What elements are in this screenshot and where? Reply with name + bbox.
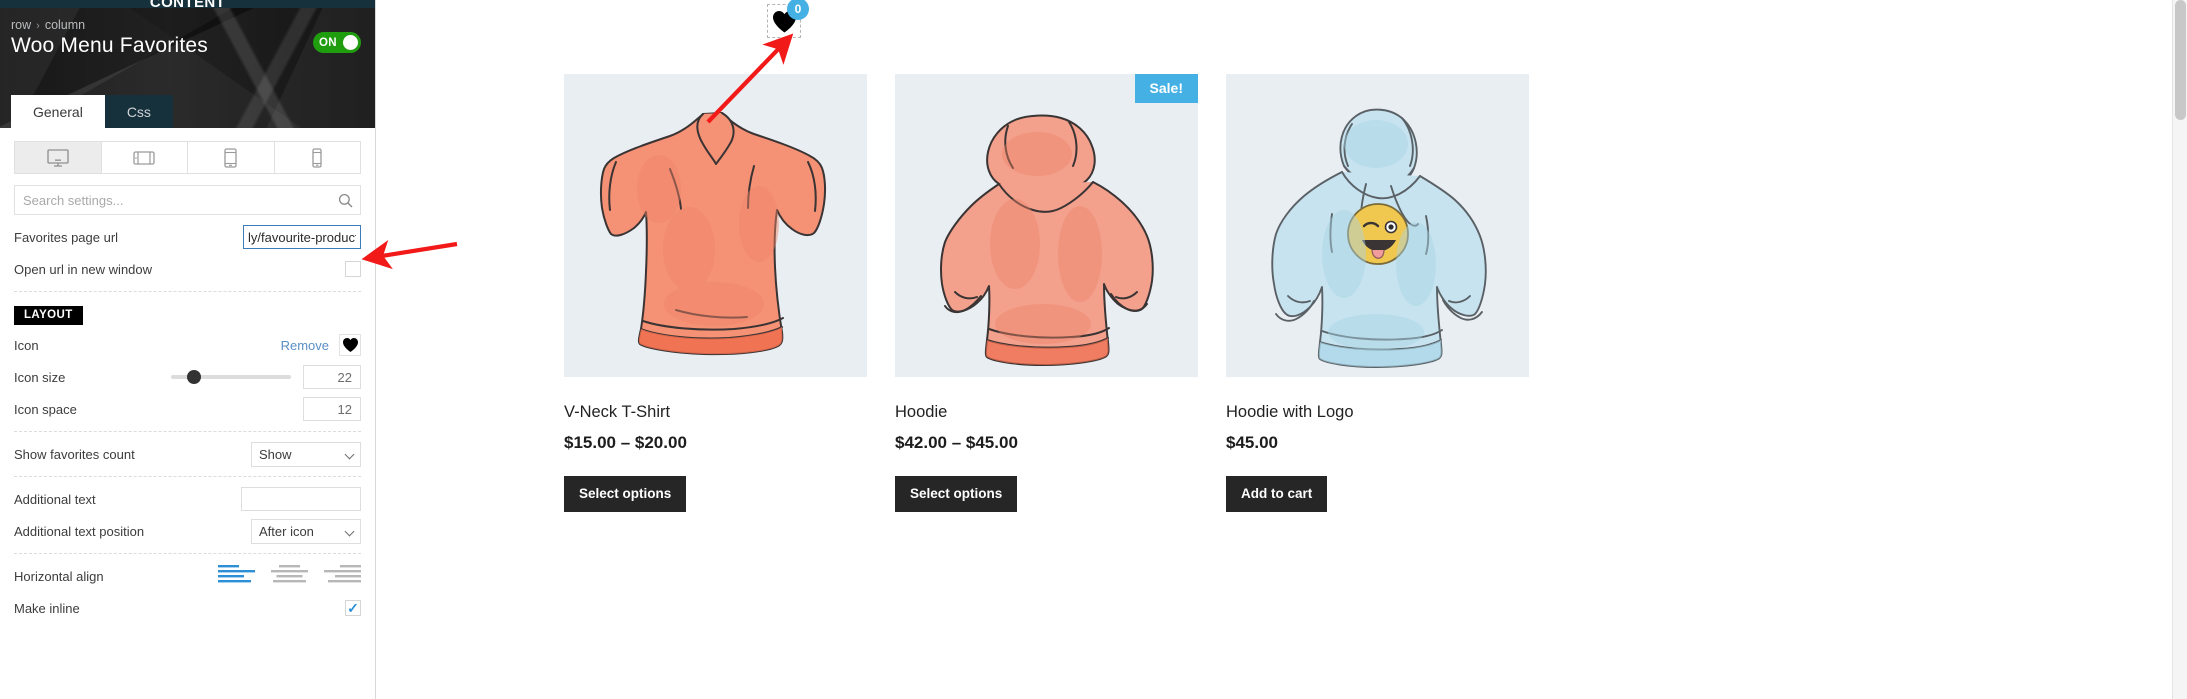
settings-panel: CONTENT row › column Woo Menu Favorites ON… [0,0,376,699]
mobile-icon [311,147,323,168]
icon-space-row: Icon space [14,393,361,425]
select-options-button[interactable]: Select options [895,476,1018,512]
icon-space-label: Icon space [14,401,77,417]
search-input[interactable] [15,186,360,214]
page-scrollbar-thumb[interactable] [2175,0,2186,120]
favorites-url-label: Favorites page url [14,229,119,245]
show-favorites-count-label: Show favorites count [14,446,135,462]
product-image[interactable] [1226,74,1529,377]
favorites-count-badge: 0 [787,0,809,20]
remove-icon-link[interactable]: Remove [281,338,329,353]
additional-text-position-row: Additional text position After icon [14,515,361,547]
product-price: $45.00 [1226,433,1278,452]
search-settings-field[interactable] [14,185,361,215]
show-favorites-count-select[interactable]: Show [251,441,361,467]
additional-text-label: Additional text [14,491,96,507]
device-desktop-button[interactable] [15,142,102,173]
show-favorites-count-row: Show favorites count Show [14,438,361,470]
icon-size-slider[interactable] [171,370,291,384]
page-title: Woo Menu Favorites [11,34,208,57]
toggle-label: ON [319,36,337,49]
align-left-button[interactable] [218,564,255,589]
check-icon: ✓ [347,600,359,616]
divider [14,476,361,477]
product-title[interactable]: V-Neck T-Shirt [564,403,867,422]
horizontal-align-row: Horizontal align [14,560,361,592]
open-new-window-label: Open url in new window [14,261,153,277]
icon-size-slider-knob[interactable] [186,370,201,384]
device-tablet-landscape-button[interactable] [101,142,188,173]
breadcrumb-parent[interactable]: row [11,18,31,32]
breadcrumb-separator-icon: › [36,20,40,32]
panel-section-bar: CONTENT [0,0,375,11]
module-enable-toggle[interactable]: ON [313,32,361,53]
panel-header: row › column Woo Menu Favorites ON General… [0,8,375,128]
tab-css[interactable]: Css [104,95,173,128]
device-mobile-button[interactable] [274,142,360,173]
panel-tabs: General Css [11,95,173,128]
make-inline-checkbox[interactable]: ✓ [345,600,361,616]
product-price: $15.00 – $20.00 [564,433,687,452]
icon-space-input[interactable] [303,397,361,421]
horizontal-align-label: Horizontal align [14,568,104,584]
product-card: V-Neck T-Shirt $15.00 – $20.00 Select op… [564,74,867,512]
preview-area: 0 V-Neck T-Shirt $15.00 – $20.00 Select … [376,0,2187,699]
align-right-button[interactable] [324,564,361,589]
product-image[interactable]: Sale! [895,74,1198,377]
add-to-cart-button[interactable]: Add to cart [1226,476,1328,512]
product-price: $42.00 – $45.00 [895,433,1018,452]
align-center-button[interactable] [271,564,308,589]
device-tablet-portrait-button[interactable] [188,142,275,173]
make-inline-label: Make inline [14,600,80,616]
product-title[interactable]: Hoodie with Logo [1226,403,1529,422]
icon-label: Icon [14,337,39,353]
icon-picker-button[interactable] [339,334,361,356]
tab-general[interactable]: General [11,95,105,128]
icon-row: Icon Remove [14,329,361,361]
device-switcher [14,141,361,174]
favorites-url-input[interactable] [243,225,361,249]
divider [14,291,361,292]
additional-text-position-value: After icon [259,523,314,539]
divider [14,553,361,554]
breadcrumb-child[interactable]: column [45,18,85,32]
additional-text-position-select[interactable]: After icon [251,518,361,544]
product-title[interactable]: Hoodie [895,403,1198,422]
open-new-window-row: Open url in new window [14,253,361,285]
icon-size-row: Icon size [14,361,361,393]
heart-icon [342,337,359,353]
layout-section-header-wrap: LAYOUT [0,298,375,329]
layout-settings-rows: Icon Remove Icon size 22 Icon space 12 S… [0,329,375,624]
chevron-down-icon [344,449,355,459]
breadcrumb: row › column [11,18,85,32]
product-grid: V-Neck T-Shirt $15.00 – $20.00 Select op… [564,74,1529,512]
additional-text-input[interactable] [241,487,361,511]
open-new-window-checkbox[interactable] [345,261,361,277]
tablet-landscape-icon [133,150,155,166]
divider [14,431,361,432]
favorites-url-row: Favorites page url [14,221,361,253]
icon-size-label: Icon size [14,369,66,385]
make-inline-row: Make inline ✓ [14,592,361,624]
additional-text-row: Additional text [14,483,361,515]
page-scrollbar[interactable] [2172,0,2187,699]
general-settings-rows: Favorites page url Open url in new windo… [0,221,375,292]
desktop-icon [47,148,69,167]
additional-text-position-label: Additional text position [14,523,145,539]
layout-section-heading: LAYOUT [14,306,83,325]
toggle-knob [343,35,358,50]
favorites-widget[interactable]: 0 [767,0,809,38]
tablet-portrait-icon [223,147,238,168]
chevron-down-icon [344,526,355,536]
show-favorites-count-value: Show [259,446,292,462]
search-icon [338,193,353,213]
product-card: Hoodie with Logo $45.00 Add to cart [1226,74,1529,512]
sale-badge: Sale! [1134,74,1198,103]
product-card: Sale! Hoodie $42.00 – $45.00 Select opti… [895,74,1198,512]
select-options-button[interactable]: Select options [564,476,687,512]
product-image[interactable] [564,74,867,377]
icon-size-input[interactable] [303,365,361,389]
app-root: CONTENT row › column Woo Menu Favorites ON… [0,0,2187,699]
